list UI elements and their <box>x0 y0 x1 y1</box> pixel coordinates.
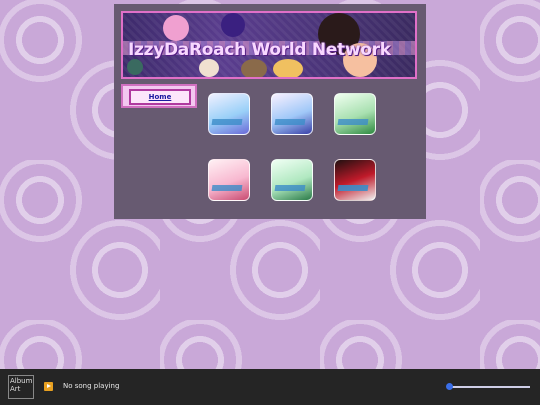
volume-knob[interactable] <box>446 383 453 390</box>
banner-character <box>127 59 143 75</box>
song-status: No song playing <box>63 382 120 390</box>
site-title: IzzyDaRoach World Network <box>128 40 391 60</box>
nav-box: Home <box>121 84 197 108</box>
home-link[interactable]: Home <box>129 89 191 105</box>
music-player-bar: Album Art No song playing <box>0 369 540 405</box>
banner-character <box>241 59 267 77</box>
volume-slider[interactable] <box>446 383 530 390</box>
banner-character <box>273 59 303 77</box>
site-banner: IzzyDaRoach World Network <box>121 11 417 79</box>
gallery-thumb-5[interactable] <box>271 159 313 201</box>
site-panel: IzzyDaRoach World Network Home <box>114 4 426 219</box>
play-icon[interactable] <box>44 382 53 391</box>
gallery-thumb-2[interactable] <box>271 93 313 135</box>
banner-character <box>221 13 245 37</box>
gallery-thumb-3[interactable] <box>334 93 376 135</box>
banner-character <box>163 15 189 41</box>
banner-character <box>199 59 219 77</box>
gallery-thumb-4[interactable] <box>208 159 250 201</box>
gallery-thumb-6[interactable] <box>334 159 376 201</box>
gallery-thumb-1[interactable] <box>208 93 250 135</box>
album-art: Album Art <box>8 375 34 399</box>
